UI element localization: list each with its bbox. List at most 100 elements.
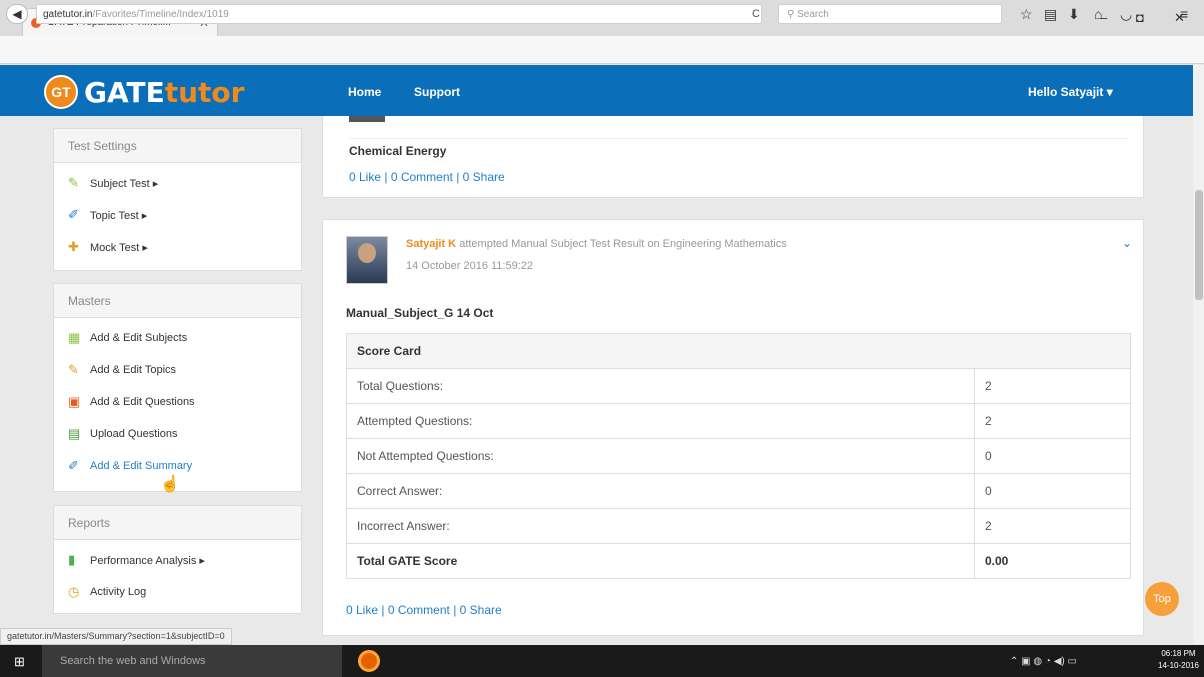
share-link[interactable]: 0 Share <box>460 603 502 617</box>
post-header: Satyajit K attempted Manual Subject Test… <box>406 238 787 250</box>
post-actions: 0 Like | 0 Comment | 0 Share <box>349 170 505 184</box>
nav-home[interactable]: Home <box>348 85 381 99</box>
sidebar-item-subject-test[interactable]: ✎ Subject Test ▸ <box>54 167 301 199</box>
total-label: Total GATE Score <box>346 543 975 579</box>
pocket-icon[interactable]: ◡ <box>1120 6 1132 23</box>
row-value: 2 <box>974 508 1131 544</box>
panel-heading: Reports <box>54 506 301 540</box>
row-value: 2 <box>974 403 1131 439</box>
post-action-text: attempted Manual Subject Test Result on … <box>459 238 787 250</box>
sidebar-item-label: Add & Edit Topics <box>90 364 177 376</box>
share-link[interactable]: 0 Share <box>463 170 505 184</box>
reading-list-icon[interactable]: ▤ <box>1044 6 1057 23</box>
score-card-table: Score Card Total Questions: 2 Attempted Q… <box>346 333 1131 579</box>
menu-icon[interactable]: ≡ <box>1180 6 1188 22</box>
scroll-top-button[interactable]: Top <box>1145 582 1179 616</box>
sidebar-item-label: Add & Edit Summary <box>90 460 193 472</box>
sidebar-item-add-edit-topics[interactable]: ✎ Add & Edit Topics <box>54 354 301 386</box>
chevron-down-icon[interactable]: ⌄ <box>1122 236 1132 250</box>
sidebar-item-performance-analysis[interactable]: ▮ Performance Analysis ▸ <box>54 544 301 576</box>
like-link[interactable]: 0 Like <box>346 603 378 617</box>
sidebar-item-label: Add & Edit Subjects <box>90 332 188 344</box>
back-button[interactable]: ◀ <box>6 4 28 24</box>
scrollbar-thumb[interactable] <box>1195 190 1203 300</box>
row-value: 0 <box>974 438 1131 474</box>
pencil-icon: ✎ <box>68 175 79 190</box>
test-name: Manual_Subject_G 14 Oct <box>346 306 494 320</box>
sidebar-item-mock-test[interactable]: ✚ Mock Test ▸ <box>54 231 301 263</box>
user-menu[interactable]: Hello Satyajit ▾ <box>1028 85 1113 99</box>
address-bar[interactable]: gatetutor.in/Favorites/Timeline/Index/10… <box>36 4 762 24</box>
total-row: Total GATE Score 0.00 <box>346 543 1131 579</box>
reports-panel: Reports ▮ Performance Analysis ▸ ◷ Activit… <box>53 505 302 614</box>
post-title: Chemical Energy <box>349 144 447 158</box>
author-link[interactable]: Satyajit K <box>406 238 456 250</box>
table-row: Incorrect Answer: 2 <box>346 508 1131 544</box>
sidebar-item-add-edit-subjects[interactable]: ▦ Add & Edit Subjects <box>54 322 301 354</box>
logo-text-gate: GATE <box>84 75 165 109</box>
hand-cursor-icon: ☝ <box>160 476 180 493</box>
sidebar-item-add-edit-questions[interactable]: ▣ Add & Edit Questions <box>54 386 301 418</box>
row-value: 2 <box>974 368 1131 404</box>
url-path: /Favorites/Timeline/Index/1019 <box>92 9 229 20</box>
bookmark-star-icon[interactable]: ☆ <box>1020 6 1033 23</box>
table-row: Correct Answer: 0 <box>346 473 1131 509</box>
taskbar-search-input[interactable]: Search the web and Windows <box>42 645 342 677</box>
table-row: Total Questions: 2 <box>346 368 1131 404</box>
firefox-icon[interactable] <box>358 650 380 672</box>
post-actions: 0 Like | 0 Comment | 0 Share <box>346 603 502 617</box>
sidebar-item-label: Performance Analysis ▸ <box>90 554 205 567</box>
topics-icon: ✎ <box>68 362 79 377</box>
row-label: Total Questions: <box>346 368 975 404</box>
sidebar-item-label: Add & Edit Questions <box>90 396 195 408</box>
logo-badge: GT <box>44 75 78 109</box>
row-label: Attempted Questions: <box>346 403 975 439</box>
search-icon: ⚲ <box>787 9 798 20</box>
windows-start-icon[interactable]: ⊞ <box>14 654 25 670</box>
avatar[interactable] <box>346 236 388 284</box>
logo-text-tutor: tutor <box>164 75 245 109</box>
table-row: Not Attempted Questions: 0 <box>346 438 1131 474</box>
page-scrollbar[interactable] <box>1193 65 1204 644</box>
sidebar-item-topic-test[interactable]: ✐ Topic Test ▸ <box>54 199 301 231</box>
score-card-title: Score Card <box>346 333 1131 369</box>
sidebar-item-upload-questions[interactable]: ▤ Upload Questions <box>54 418 301 450</box>
nav-support[interactable]: Support <box>414 85 460 99</box>
maximize-button[interactable]: ◘ <box>1136 10 1144 25</box>
post-avatar <box>349 116 385 122</box>
navigation-bar <box>0 36 1204 64</box>
system-tray-icons[interactable]: ⌃ ▣ ◍ ◔ ◀) ▭ <box>1010 656 1077 667</box>
clock-time: 06:18 PM <box>1161 649 1196 658</box>
row-label: Not Attempted Questions: <box>346 438 975 474</box>
post-timestamp: 14 October 2016 11:59:22 <box>406 260 534 272</box>
comment-link[interactable]: 0 Comment <box>391 170 453 184</box>
edit-icon: ✐ <box>68 207 79 222</box>
download-icon[interactable]: ⬇ <box>1068 6 1080 23</box>
clock-icon: ◷ <box>68 584 80 599</box>
like-link[interactable]: 0 Like <box>349 170 381 184</box>
search-placeholder: Search <box>797 9 829 20</box>
sidebar-item-label: Activity Log <box>90 586 147 598</box>
timeline-post: Chemical Energy 0 Like | 0 Comment | 0 S… <box>322 116 1144 198</box>
row-value: 0 <box>974 473 1131 509</box>
taskbar-clock[interactable]: 06:18 PM 14-10-2016 <box>1158 648 1199 672</box>
home-icon[interactable]: ⌂ <box>1094 6 1102 22</box>
reload-icon[interactable]: C <box>752 8 760 20</box>
masters-panel: Masters ▦ Add & Edit Subjects ✎ Add & Edit… <box>53 283 302 492</box>
browser-search-input[interactable]: ⚲ Search <box>778 4 1002 24</box>
sidebar-item-label: Topic Test ▸ <box>90 209 148 222</box>
sidebar-item-label: Subject Test ▸ <box>90 177 159 190</box>
panel-heading: Test Settings <box>54 129 301 163</box>
table-row: Attempted Questions: 2 <box>346 403 1131 439</box>
panel-heading: Masters <box>54 284 301 318</box>
subjects-icon: ▦ <box>68 330 81 345</box>
comment-link[interactable]: 0 Comment <box>388 603 450 617</box>
total-value: 0.00 <box>974 543 1131 579</box>
site-logo[interactable]: GT GATE tutor <box>44 74 244 110</box>
status-url: gatetutor.in/Masters/Summary?section=1&s… <box>0 628 232 645</box>
summary-icon: ✐ <box>68 458 79 473</box>
row-label: Correct Answer: <box>346 473 975 509</box>
sidebar-item-activity-log[interactable]: ◷ Activity Log <box>54 576 301 608</box>
sidebar-item-label: Mock Test ▸ <box>90 241 148 254</box>
test-settings-panel: Test Settings ✎ Subject Test ▸ ✐ Topic Tes… <box>53 128 302 271</box>
